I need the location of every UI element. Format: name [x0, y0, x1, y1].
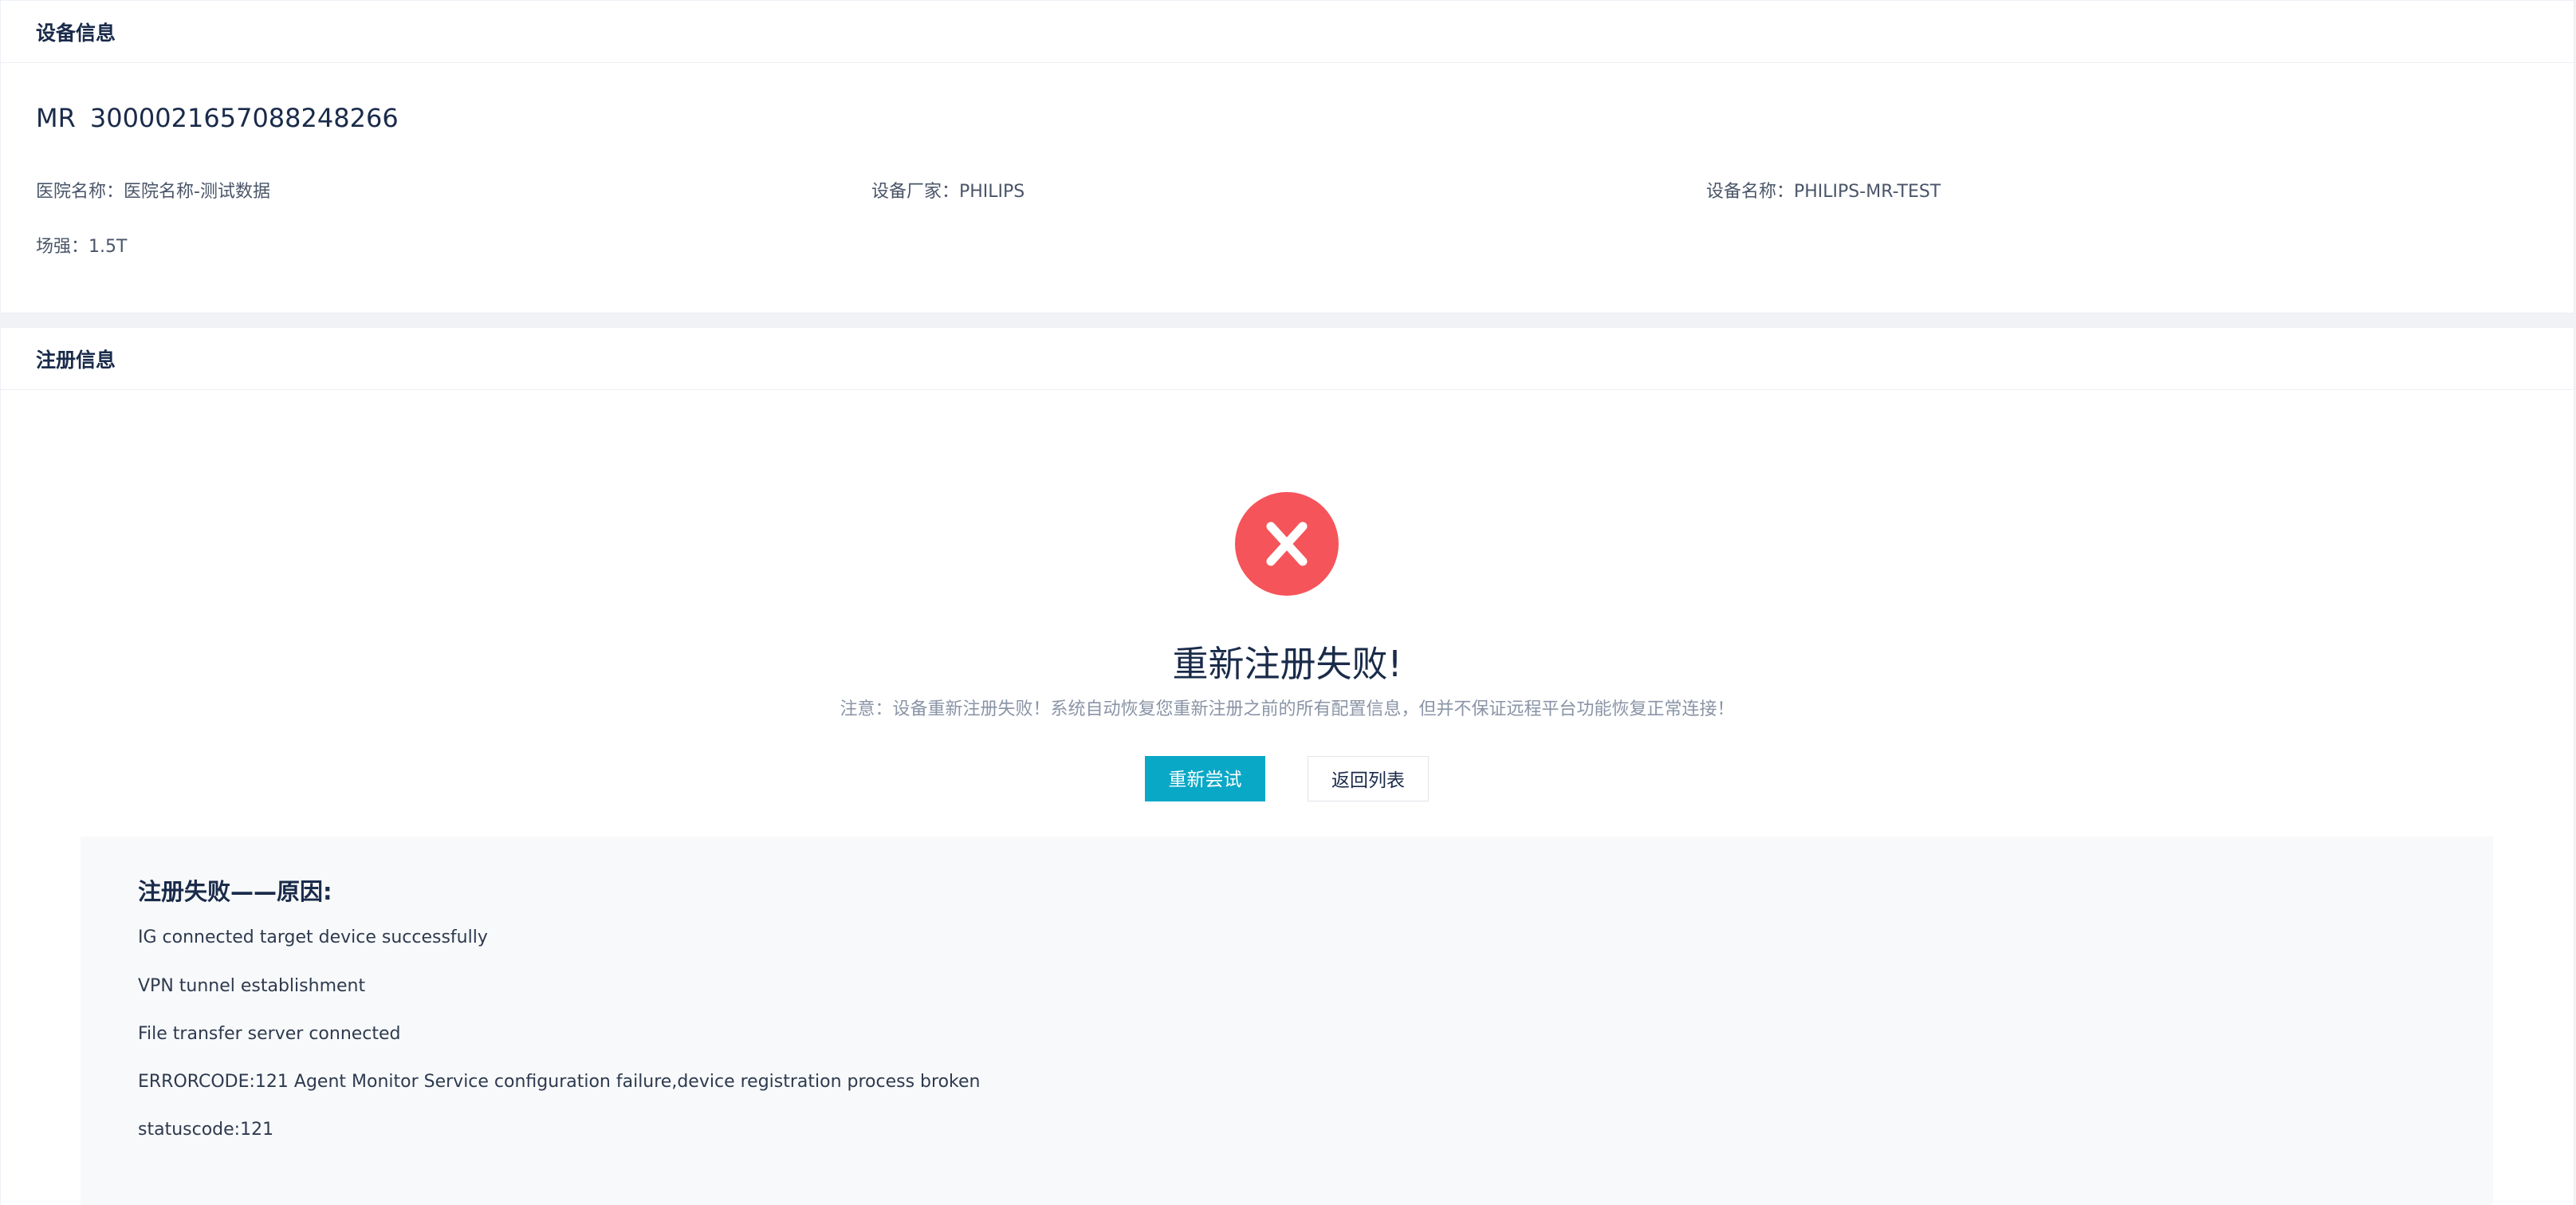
reason-line: ERRORCODE:121 Agent Monitor Service conf… [138, 1072, 981, 1092]
reason-line: statuscode:121 [138, 1120, 274, 1140]
retry-button[interactable]: 重新尝试 [1145, 756, 1265, 801]
registration-info-title: 注册信息 [36, 348, 116, 372]
device-modality: MR [36, 103, 76, 133]
close-icon [1235, 492, 1339, 596]
back-to-list-button[interactable]: 返回列表 [1308, 756, 1429, 801]
field-strength: 场强：1.5T [36, 237, 128, 257]
device-serial: 3000021657088248266 [89, 103, 399, 133]
reason-line: VPN tunnel establishment [138, 976, 366, 996]
device-info-panel: 设备信息 MR 3000021657088248266 医院名称：医院名称-测试数… [0, 0, 2574, 313]
reason-line: File transfer server connected [138, 1024, 401, 1044]
device-info-title: 设备信息 [36, 21, 116, 45]
device-name: 设备名称：PHILIPS-MR-TEST [1706, 182, 1941, 202]
device-info-header: 设备信息 [1, 1, 2574, 63]
failure-reason-title: 注册失败——原因: [138, 878, 332, 905]
device-manufacturer: 设备厂家：PHILIPS [871, 182, 1025, 202]
result-title: 重新注册失败! [1172, 643, 1402, 685]
registration-info-header: 注册信息 [1, 328, 2574, 390]
result-note: 注意：设备重新注册失败！系统自动恢复您重新注册之前的所有配置信息，但并不保证远程… [840, 699, 1735, 719]
reason-line: IG connected target device successfully [138, 927, 488, 947]
device-heading: MR 3000021657088248266 [36, 103, 399, 133]
failure-reason-box: 注册失败——原因: IG connected target device suc… [81, 837, 2493, 1205]
hospital-name: 医院名称：医院名称-测试数据 [36, 182, 270, 202]
